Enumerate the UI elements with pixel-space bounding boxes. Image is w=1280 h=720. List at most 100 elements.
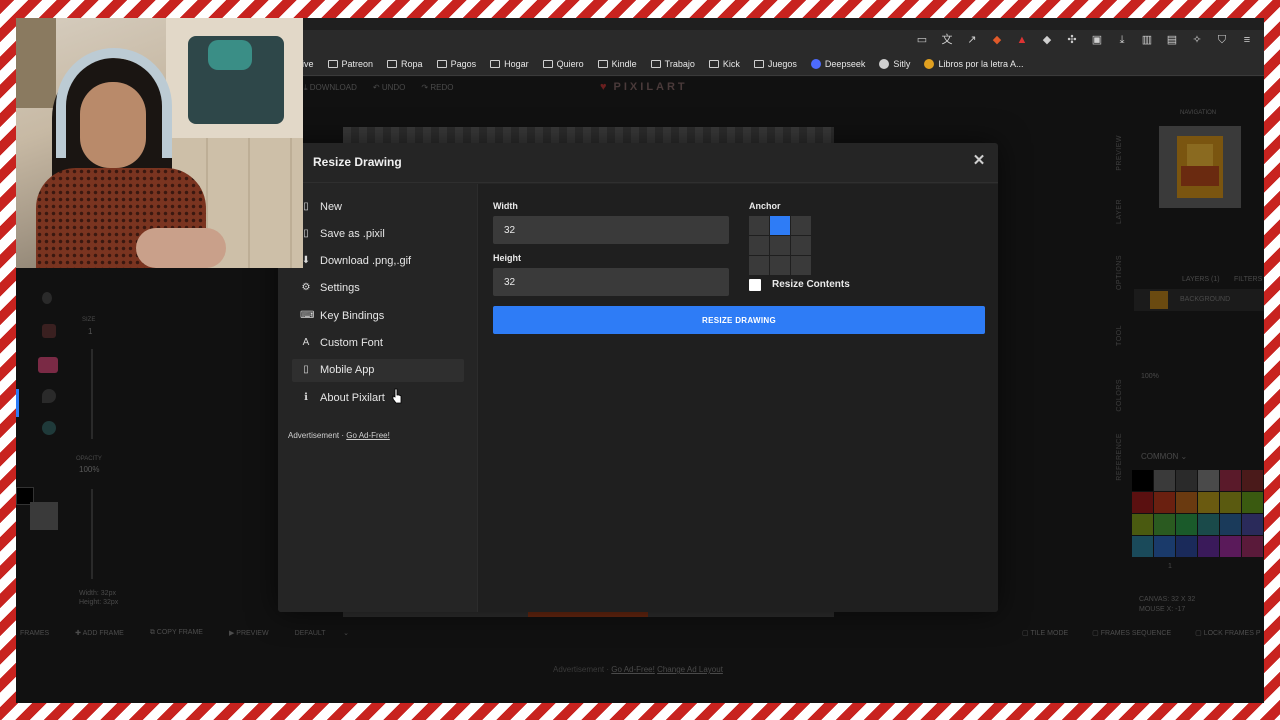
close-icon[interactable]: ✕ <box>970 152 988 170</box>
active-color-chip[interactable] <box>38 357 58 373</box>
palette-swatch-0[interactable] <box>1132 470 1153 491</box>
undo-action[interactable]: ↶ UNDO <box>373 83 406 93</box>
palette-swatch-23[interactable] <box>1242 536 1263 557</box>
bookmark-11[interactable]: Sitly <box>879 58 910 69</box>
bookmark-1[interactable]: Patreon <box>327 59 373 69</box>
share-icon[interactable]: ↗ <box>965 33 979 47</box>
bookmark-7[interactable]: Trabajo <box>650 59 695 69</box>
palette-select[interactable]: COMMON ⌄ <box>1141 452 1187 461</box>
bookmark-9[interactable]: Juegos <box>753 59 797 69</box>
navigation-preview[interactable] <box>1159 126 1241 208</box>
palette-swatch-17[interactable] <box>1242 514 1263 535</box>
menu-item-save-as-pixil[interactable]: ▯ Save as .pixil <box>292 222 464 245</box>
frames-sequence-toggle[interactable]: ▢ FRAMES SEQUENCE <box>1092 629 1171 637</box>
tab-reference[interactable]: REFERENCE <box>1116 433 1123 481</box>
menu-item-about-pixilart[interactable]: ℹ About Pixilart <box>292 386 464 409</box>
palette-swatch-11[interactable] <box>1242 492 1263 513</box>
anchor-cell-0[interactable] <box>749 216 769 235</box>
vpn-icon[interactable]: ⛉ <box>1215 33 1229 47</box>
anchor-cell-1[interactable] <box>770 216 790 235</box>
change-ad-layout-link[interactable]: Change Ad Layout <box>657 665 723 674</box>
anchor-cell-3[interactable] <box>749 236 769 255</box>
size-slider[interactable] <box>91 349 93 439</box>
go-ad-free-link[interactable]: Go Ad-Free! <box>611 665 655 674</box>
redo-action[interactable]: ↷ REDO <box>421 83 453 93</box>
preview-button[interactable]: ▶ PREVIEW <box>229 629 269 637</box>
palette-swatch-22[interactable] <box>1220 536 1241 557</box>
download-action[interactable]: ⤓ DOWNLOAD <box>304 83 357 93</box>
anchor-cell-6[interactable] <box>749 256 769 275</box>
rewards-icon[interactable]: ▲ <box>1015 33 1029 47</box>
bookmark-4[interactable]: Hogar <box>490 59 529 69</box>
leo-icon[interactable]: ✧ <box>1190 33 1204 47</box>
palette-swatch-12[interactable] <box>1132 514 1153 535</box>
palette-swatch-19[interactable] <box>1154 536 1175 557</box>
bookmark-3[interactable]: Pagos <box>436 59 476 69</box>
add-frame-button[interactable]: ✚ ADD FRAME <box>75 629 124 637</box>
tab-colors[interactable]: COLORS <box>1116 379 1123 412</box>
downloads-icon[interactable]: ⤓ <box>1115 33 1129 47</box>
menu-item-new[interactable]: ▯ New <box>292 195 464 218</box>
palette-swatch-20[interactable] <box>1176 536 1197 557</box>
anchor-cell-5[interactable] <box>791 236 811 255</box>
pixilart-logo[interactable]: ♥ PIXILART <box>600 81 688 93</box>
palette-swatch-7[interactable] <box>1154 492 1175 513</box>
extension-diamond-icon[interactable]: ◆ <box>1040 33 1054 47</box>
cast-icon[interactable]: ▭ <box>915 33 929 47</box>
palette-swatch-14[interactable] <box>1176 514 1197 535</box>
resize-contents-checkbox[interactable] <box>749 279 761 291</box>
resize-drawing-button[interactable]: RESIZE DRAWING <box>493 306 985 334</box>
bookmark-10[interactable]: Deepseek <box>810 58 865 69</box>
secondary-color-swatch[interactable] <box>30 502 58 530</box>
anchor-cell-7[interactable] <box>770 256 790 275</box>
bookmark-6[interactable]: Kindle <box>597 59 637 69</box>
menu-item-download-png-gif[interactable]: ⬇ Download .png,.gif <box>292 250 464 273</box>
bookmark-0[interactable]: ive <box>302 59 314 69</box>
default-select[interactable]: DEFAULT ⌄ <box>295 629 349 637</box>
bookmark-5[interactable]: Quiero <box>542 59 584 69</box>
fill-tool-icon[interactable] <box>42 292 52 304</box>
bookmark-8[interactable]: Kick <box>708 59 740 69</box>
palette-swatch-5[interactable] <box>1242 470 1263 491</box>
frames-label[interactable]: FRAMES <box>20 630 49 637</box>
shape-tool-icon[interactable] <box>42 421 56 435</box>
tab-options[interactable]: OPTIONS <box>1116 255 1123 290</box>
tab-layer[interactable]: LAYER <box>1116 199 1123 224</box>
copy-frame-button[interactable]: ⧉ COPY FRAME <box>150 629 203 637</box>
opacity-slider[interactable] <box>91 489 93 579</box>
palette-swatch-4[interactable] <box>1220 470 1241 491</box>
menu-item-settings[interactable]: ⚙ Settings <box>292 277 464 300</box>
menu-icon[interactable]: ≡ <box>1240 33 1254 47</box>
tile-mode-toggle[interactable]: ▢ TILE MODE <box>1022 629 1068 637</box>
brave-shield-icon[interactable]: ◆ <box>990 33 1004 47</box>
menu-item-mobile-app[interactable]: ▯ Mobile App <box>292 358 464 382</box>
wallet-icon[interactable]: ▤ <box>1165 33 1179 47</box>
menu-go-ad-free-link[interactable]: Go Ad-Free! <box>346 431 390 440</box>
tab-tool[interactable]: TOOL <box>1116 325 1123 346</box>
lock-frames-toggle[interactable]: ▢ LOCK FRAMES P <box>1195 629 1260 637</box>
bookmark-2[interactable]: Ropa <box>387 59 423 69</box>
palette-swatch-16[interactable] <box>1220 514 1241 535</box>
palette-swatch-2[interactable] <box>1176 470 1197 491</box>
screenshot-icon[interactable]: ▣ <box>1090 33 1104 47</box>
extensions-icon[interactable]: ✣ <box>1065 33 1079 47</box>
width-input[interactable] <box>493 216 729 244</box>
tab-preview[interactable]: PREVIEW <box>1116 135 1123 171</box>
bookmark-12[interactable]: Libros por la letra A... <box>924 58 1023 69</box>
palette-swatch-21[interactable] <box>1198 536 1219 557</box>
palette-swatch-6[interactable] <box>1132 492 1153 513</box>
menu-item-key-bindings[interactable]: ⌨ Key Bindings <box>292 304 464 327</box>
menu-item-custom-font[interactable]: A Custom Font <box>292 332 464 355</box>
palette-swatch-8[interactable] <box>1176 492 1197 513</box>
layer-row[interactable]: BACKGROUND <box>1134 289 1264 311</box>
sidebar-icon[interactable]: ▥ <box>1140 33 1154 47</box>
anchor-cell-2[interactable] <box>791 216 811 235</box>
translate-icon[interactable]: 文 <box>940 33 954 47</box>
palette-swatch-10[interactable] <box>1220 492 1241 513</box>
anchor-cell-4[interactable] <box>770 236 790 255</box>
eyedropper-tool-icon[interactable] <box>42 324 56 338</box>
height-input[interactable] <box>493 268 729 296</box>
filters-button[interactable]: FILTERS <box>1234 276 1262 283</box>
palette-swatch-1[interactable] <box>1154 470 1175 491</box>
palette-swatch-18[interactable] <box>1132 536 1153 557</box>
